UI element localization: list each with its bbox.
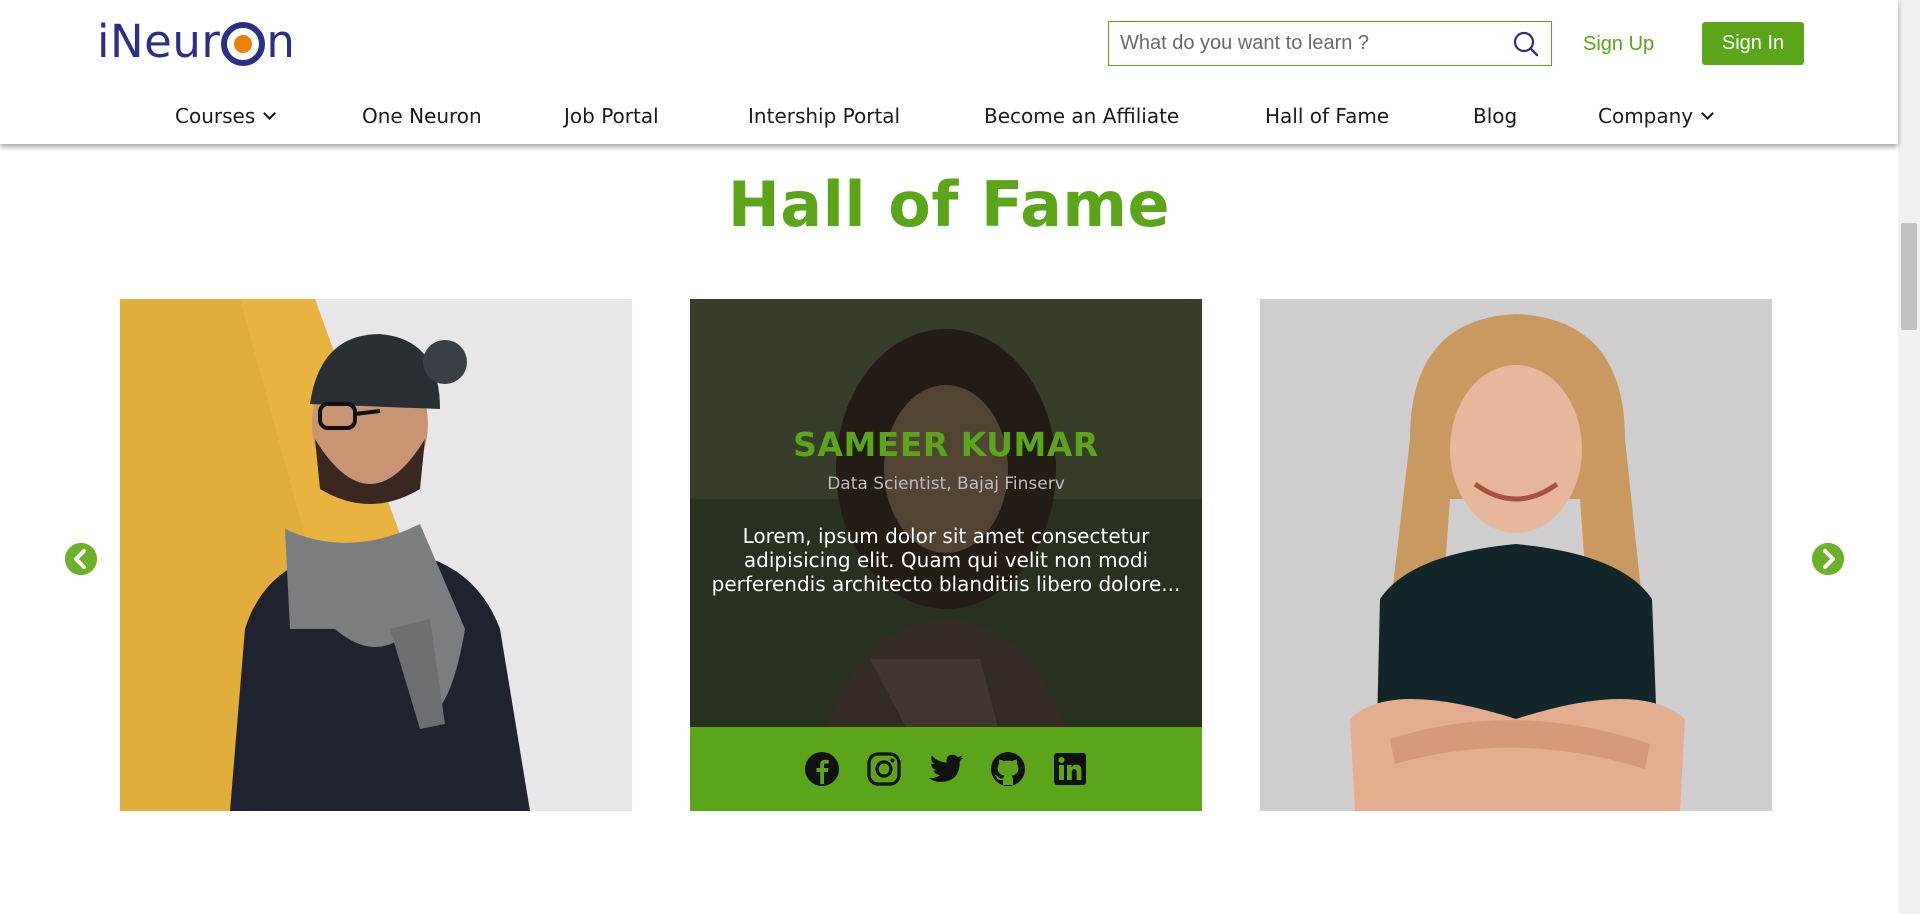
search-input[interactable] — [1109, 22, 1501, 65]
nav-blog-label: Blog — [1473, 104, 1518, 128]
nav-become-affiliate[interactable]: Become an Affiliate — [984, 96, 1179, 136]
logo-text-end: n — [266, 15, 296, 68]
logo-text-start: iNeur — [97, 15, 221, 68]
linkedin-icon[interactable] — [1052, 751, 1088, 787]
nav-job-portal-label: Job Portal — [564, 104, 659, 128]
instagram-icon[interactable] — [866, 751, 902, 787]
chevron-down-icon — [1701, 107, 1715, 120]
nav-courses[interactable]: Courses — [175, 96, 277, 136]
nav-become-affiliate-label: Become an Affiliate — [984, 104, 1180, 128]
card-overlay — [690, 299, 1202, 727]
person-role: Data Scientist, Bajaj Finserv — [827, 474, 1065, 494]
social-links-bar — [690, 727, 1202, 811]
nav-courses-label: Courses — [175, 104, 256, 128]
main-nav: Courses One Neuron Job Portal Intership … — [0, 96, 1898, 136]
nav-one-neuron-label: One Neuron — [362, 104, 482, 128]
arrow-left-circle-icon — [65, 543, 97, 575]
logo-ring-icon — [221, 22, 266, 66]
search-box — [1108, 21, 1552, 66]
ineuron-logo[interactable]: iNeur n — [97, 14, 295, 70]
nav-hall-of-fame[interactable]: Hall of Fame — [1265, 96, 1389, 136]
github-icon[interactable] — [990, 751, 1026, 787]
nav-job-portal[interactable]: Job Portal — [564, 96, 659, 136]
section-title: Hall of Fame — [727, 168, 1171, 241]
carousel-next-button[interactable] — [1812, 543, 1844, 575]
chevron-down-icon — [263, 107, 277, 120]
twitter-icon[interactable] — [928, 751, 964, 787]
hall-of-fame-card[interactable] — [120, 299, 632, 811]
nav-company-label: Company — [1598, 104, 1694, 128]
nav-one-neuron[interactable]: One Neuron — [362, 96, 482, 136]
arrow-right-circle-icon — [1812, 543, 1844, 575]
blonde-woman-photo — [1260, 299, 1772, 811]
scrollbar-thumb[interactable] — [1901, 223, 1917, 330]
person-description: Lorem, ipsum dolor sit amet consectetur … — [711, 524, 1181, 596]
nav-blog[interactable]: Blog — [1473, 96, 1517, 136]
hall-of-fame-card[interactable] — [1260, 299, 1772, 811]
nav-hall-of-fame-label: Hall of Fame — [1265, 104, 1390, 128]
nav-company[interactable]: Company — [1598, 96, 1715, 136]
page-scrollbar[interactable] — [1898, 0, 1920, 914]
carousel-prev-button[interactable] — [65, 543, 97, 575]
sign-in-button[interactable]: Sign In — [1702, 22, 1804, 65]
person-name: SAMEER KUMAR — [793, 425, 1099, 464]
search-icon[interactable] — [1501, 22, 1551, 65]
sign-up-link[interactable]: Sign Up — [1583, 22, 1654, 66]
site-header: iNeurn Sign Up Sign In Courses One Neuro… — [0, 0, 1898, 144]
nav-intership-portal-label: Intership Portal — [748, 104, 901, 128]
man-with-beanie-photo — [120, 299, 632, 811]
facebook-icon[interactable] — [804, 751, 840, 787]
hall-of-fame-card-featured[interactable]: SAMEER KUMAR Data Scientist, Bajaj Finse… — [690, 299, 1202, 811]
nav-intership-portal[interactable]: Intership Portal — [748, 96, 900, 136]
